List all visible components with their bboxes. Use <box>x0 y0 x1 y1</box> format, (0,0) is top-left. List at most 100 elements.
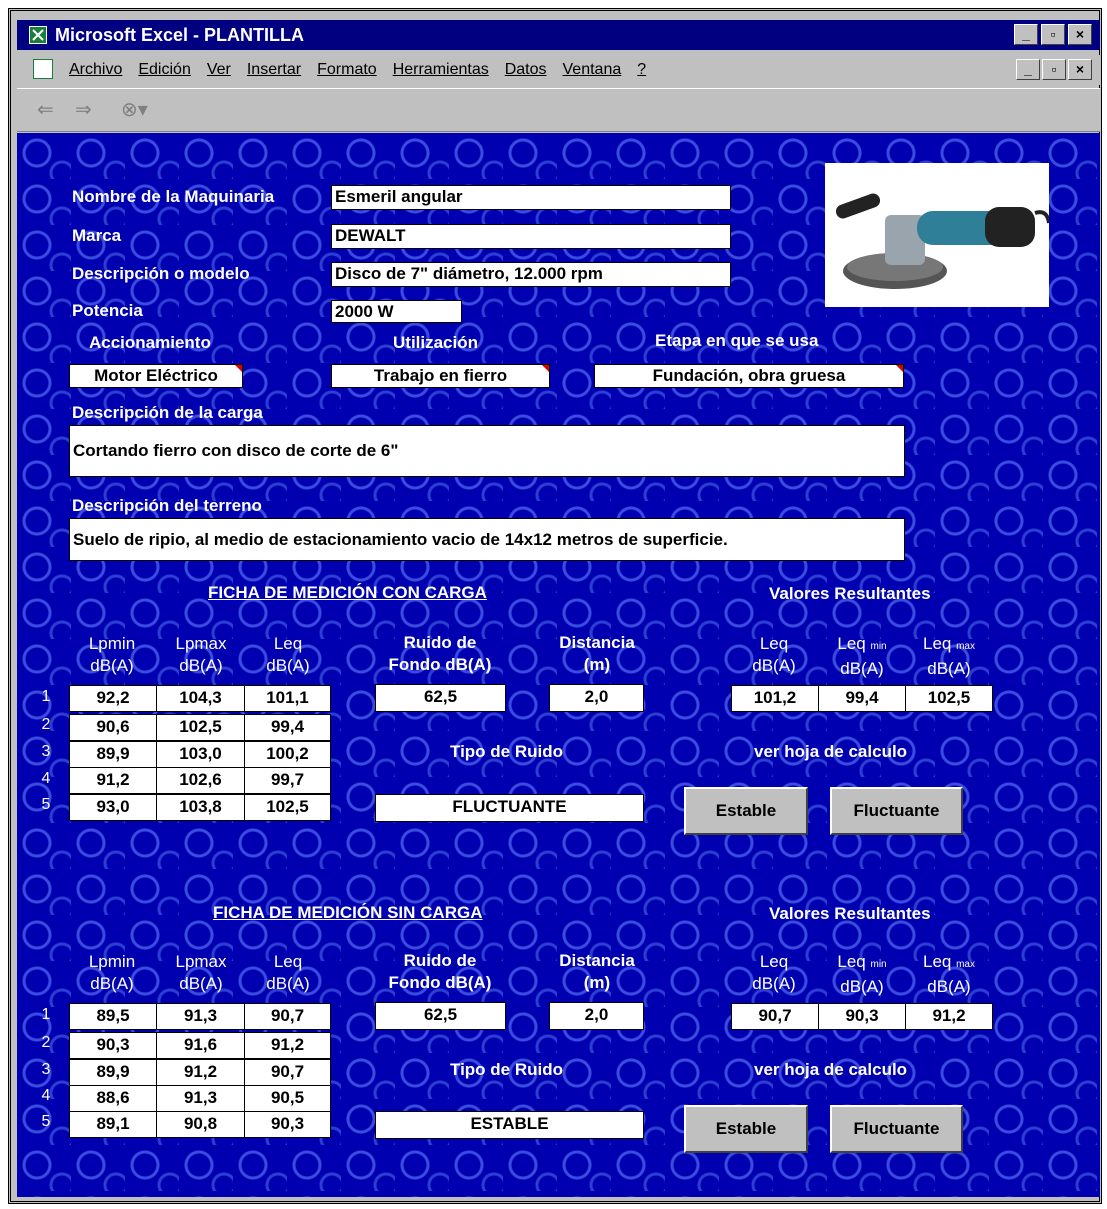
menu-ventana[interactable]: Ventana <box>563 61 622 79</box>
stage-field[interactable]: Fundación, obra gruesa <box>594 364 904 388</box>
result-leq-min-cell[interactable]: 99,4 <box>818 685 906 712</box>
col-leq: Leq dB(A) <box>266 952 310 993</box>
restore-button[interactable]: ▫ <box>1041 24 1065 45</box>
stage-label: Etapa en que se usa <box>655 331 819 350</box>
menu-datos[interactable]: Datos <box>505 61 547 79</box>
machine-field[interactable]: Esmeril angular <box>331 185 731 210</box>
cell-lpmin[interactable]: 90,6 <box>69 714 157 741</box>
use-field[interactable]: Trabajo en fierro <box>331 364 550 388</box>
cell-lpmax[interactable]: 90,8 <box>156 1111 245 1138</box>
background-noise-cell[interactable]: 62,5 <box>375 1002 506 1030</box>
col-res-leq: Leq dB(A) <box>752 952 796 993</box>
back-arrow-icon[interactable]: ⇐ <box>37 97 54 122</box>
col-res-leq-min: Leq min dB(A) <box>837 952 887 996</box>
excel-icon <box>29 26 47 44</box>
distance-cell[interactable]: 2,0 <box>549 684 644 712</box>
cell-leq[interactable]: 90,7 <box>244 1003 331 1030</box>
cell-lpmax[interactable]: 91,6 <box>156 1032 245 1059</box>
cell-leq[interactable]: 100,2 <box>244 741 331 768</box>
use-label: Utilización <box>393 333 479 352</box>
cell-leq[interactable]: 102,5 <box>244 794 331 821</box>
col-distance: Distancia (m) <box>559 633 635 674</box>
load-field[interactable]: Cortando fierro con disco de corte de 6" <box>69 425 905 477</box>
cell-lpmax[interactable]: 102,6 <box>156 767 245 794</box>
row-number: 2 <box>41 716 51 733</box>
see-sheet-label: ver hoja de calculo <box>754 1060 908 1079</box>
model-field[interactable]: Disco de 7" diámetro, 12.000 rpm <box>331 262 731 287</box>
cell-lpmin[interactable]: 93,0 <box>69 794 157 821</box>
row-number: 1 <box>41 688 51 705</box>
stable-button[interactable]: Estable <box>684 787 808 835</box>
cell-lpmax[interactable]: 104,3 <box>156 685 245 712</box>
cell-lpmax[interactable]: 91,3 <box>156 1003 245 1030</box>
cell-leq[interactable]: 91,2 <box>244 1032 331 1059</box>
cell-leq[interactable]: 101,1 <box>244 685 331 712</box>
result-leq-max-cell[interactable]: 91,2 <box>905 1003 993 1030</box>
cell-lpmax[interactable]: 103,8 <box>156 794 245 821</box>
close-button[interactable]: × <box>1068 24 1092 45</box>
distance-cell[interactable]: 2,0 <box>549 1002 644 1030</box>
cell-leq[interactable]: 99,4 <box>244 714 331 741</box>
doc-minimize-button[interactable]: _ <box>1016 59 1040 80</box>
result-leq-min-cell[interactable]: 90,3 <box>818 1003 906 1030</box>
row-number: 5 <box>41 1113 51 1130</box>
fluctuating-button[interactable]: Fluctuante <box>830 1105 963 1153</box>
cell-lpmin[interactable]: 89,1 <box>69 1111 157 1138</box>
see-sheet-label: ver hoja de calculo <box>754 742 908 761</box>
cell-lpmax[interactable]: 91,2 <box>156 1059 245 1086</box>
col-noise-bg: Ruido de Fondo dB(A) <box>388 951 492 992</box>
cell-lpmin[interactable]: 89,9 <box>69 1059 157 1086</box>
cell-lpmin[interactable]: 89,9 <box>69 741 157 768</box>
background-noise-cell[interactable]: 62,5 <box>375 684 506 712</box>
noise-type-value[interactable]: FLUCTUANTE <box>375 794 644 822</box>
menu-edicion[interactable]: Edición <box>138 61 190 79</box>
without-load-results-title: Valores Resultantes <box>769 904 931 923</box>
stable-button[interactable]: Estable <box>684 1105 808 1153</box>
menu-help[interactable]: ? <box>637 61 646 79</box>
terrain-label: Descripción del terreno <box>72 496 262 515</box>
spreadsheet-area[interactable]: Nombre de la Maquinaria Esmeril angular … <box>17 133 1100 1197</box>
load-label: Descripción de la carga <box>72 403 263 422</box>
power-label: Potencia <box>72 301 143 320</box>
forward-arrow-icon[interactable]: ⇒ <box>75 97 92 122</box>
menu-formato[interactable]: Formato <box>317 61 377 79</box>
cell-leq[interactable]: 90,3 <box>244 1111 331 1138</box>
with-load-results-title: Valores Resultantes <box>769 584 931 603</box>
menu-ver[interactable]: Ver <box>207 61 231 79</box>
cell-leq[interactable]: 90,5 <box>244 1085 331 1112</box>
cell-leq[interactable]: 90,7 <box>244 1059 331 1086</box>
result-leq-cell[interactable]: 90,7 <box>731 1003 819 1030</box>
minimize-button[interactable]: _ <box>1014 24 1038 45</box>
brand-field[interactable]: DEWALT <box>331 224 731 249</box>
workbook-icon[interactable] <box>33 59 53 79</box>
cell-lpmin[interactable]: 90,3 <box>69 1032 157 1059</box>
doc-restore-button[interactable]: ▫ <box>1042 59 1066 80</box>
result-leq-max-cell[interactable]: 102,5 <box>905 685 993 712</box>
stop-icon[interactable]: ⊗▾ <box>121 97 148 122</box>
result-leq-cell[interactable]: 101,2 <box>731 685 819 712</box>
menu-archivo[interactable]: Archivo <box>69 61 122 79</box>
cell-lpmin[interactable]: 91,2 <box>69 767 157 794</box>
model-label: Descripción o modelo <box>72 264 250 283</box>
angle-grinder-photo <box>825 163 1051 307</box>
fluctuating-button[interactable]: Fluctuante <box>830 787 963 835</box>
col-res-leq: Leq dB(A) <box>752 634 796 675</box>
cell-lpmax[interactable]: 103,0 <box>156 741 245 768</box>
cell-lpmin[interactable]: 88,6 <box>69 1085 157 1112</box>
col-res-leq-max: Leq max dB(A) <box>922 952 975 996</box>
col-distance: Distancia (m) <box>559 951 635 992</box>
noise-type-value[interactable]: ESTABLE <box>375 1111 644 1139</box>
cell-lpmin[interactable]: 92,2 <box>69 685 157 712</box>
power-field[interactable]: 2000 W <box>331 300 462 323</box>
cell-lpmax[interactable]: 91,3 <box>156 1085 245 1112</box>
terrain-field[interactable]: Suelo de ripio, al medio de estacionamie… <box>69 518 905 561</box>
doc-close-button[interactable]: × <box>1068 59 1092 80</box>
menu-insertar[interactable]: Insertar <box>247 61 301 79</box>
cell-leq[interactable]: 99,7 <box>244 767 331 794</box>
title-bar: Microsoft Excel - PLANTILLA _ ▫ × <box>17 20 1100 50</box>
cell-lpmax[interactable]: 102,5 <box>156 714 245 741</box>
col-lpmin: Lpmin dB(A) <box>88 952 136 993</box>
cell-lpmin[interactable]: 89,5 <box>69 1003 157 1030</box>
drive-field[interactable]: Motor Eléctrico <box>69 364 243 388</box>
menu-herramientas[interactable]: Herramientas <box>393 61 489 79</box>
